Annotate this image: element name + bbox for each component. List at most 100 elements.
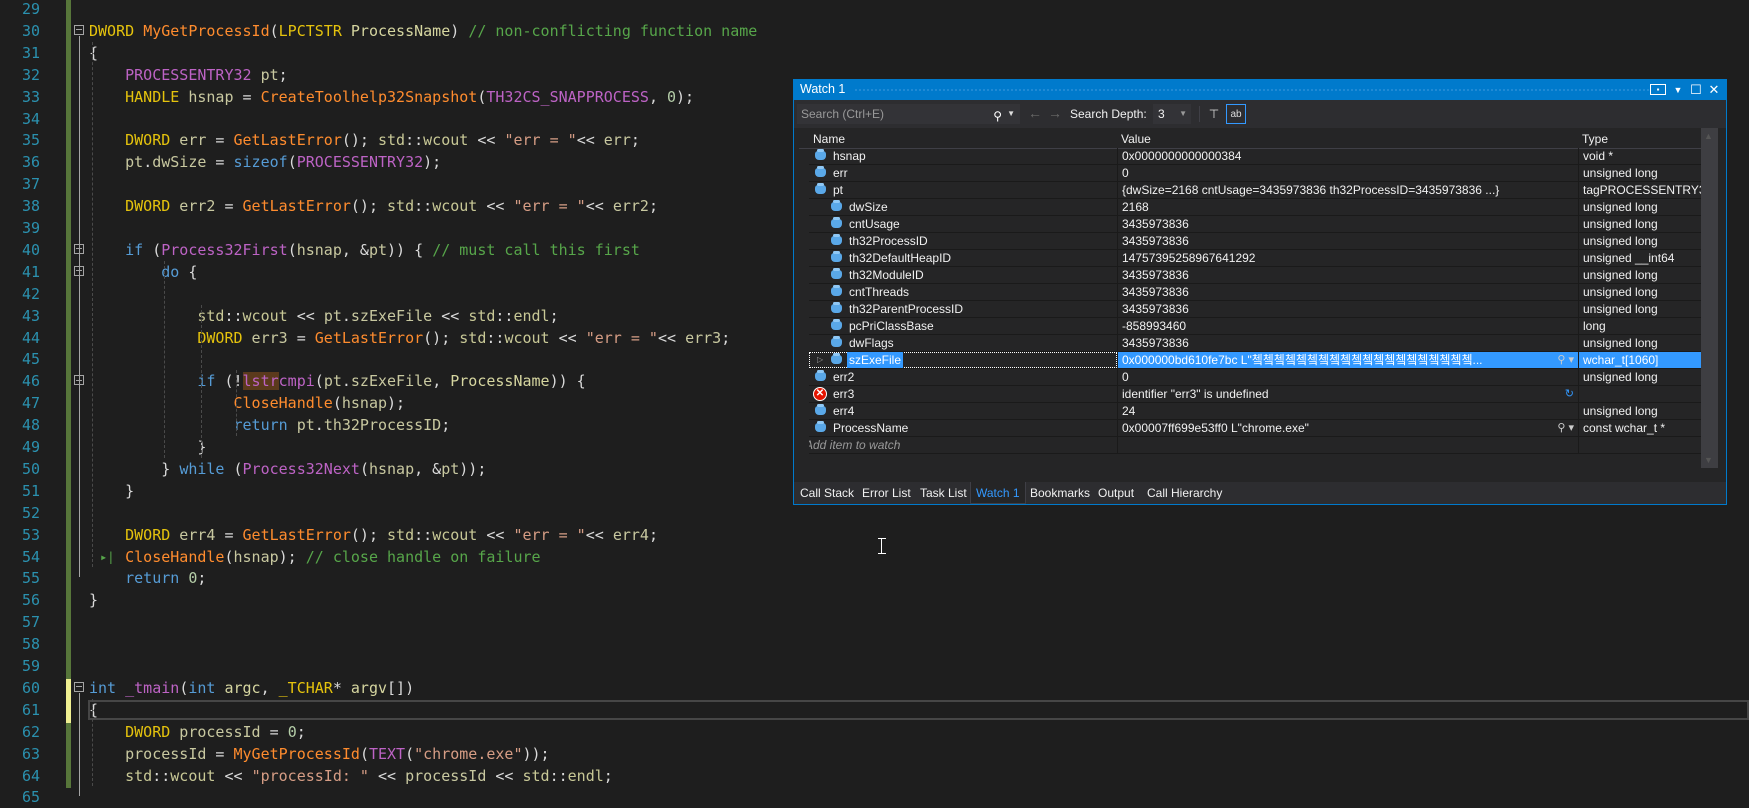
tab-call-hierarchy[interactable]: Call Hierarchy [1147,486,1222,500]
scroll-down-arrow-icon[interactable]: ▼ [1704,455,1713,465]
watch-name-cell[interactable]: ◢pt [809,182,1117,198]
watch-row[interactable]: cntThreads 3435973836 unsigned long [809,284,1701,301]
hex-display-toggle-icon[interactable]: ab [1226,104,1246,124]
code-line[interactable]: 31 { [0,42,1749,64]
watch-name-cell[interactable]: hsnap [809,148,1117,164]
watch-row[interactable]: ▷ProcessName0x00007ff699e53ff0 L"chrome.… [809,420,1701,437]
watch-name-cell[interactable]: th32ModuleID [809,267,1117,283]
watch-value-cell[interactable]: 3435973836 [1117,267,1578,283]
code-line[interactable]: 53 DWORD err4 = GetLastError(); std::wco… [0,524,1749,546]
watch-name-cell[interactable]: th32DefaultHeapID [809,250,1117,266]
watch-value-cell[interactable]: 0 [1117,369,1578,385]
watch-row[interactable]: th32ParentProcessID 3435973836 unsigned lo… [809,301,1701,318]
watch-name-cell[interactable]: err4 [809,403,1117,419]
watch-name-cell[interactable]: th32ProcessID [809,233,1117,249]
search-forward-arrow-icon[interactable]: → [1048,105,1062,121]
magnifier-visualizer-icon[interactable]: ⚲ ▾ [1557,352,1574,368]
add-item-placeholder[interactable]: Add item to watch [809,437,900,453]
watch-value-cell[interactable]: 0x000000bd610fe7bc L"쳌쳌쳌쳌쳌쳌쳌쳌쳌쳌쳌쳌쳌쳌쳌쳌쳌쳌쳌… [1117,352,1578,368]
watch-value-cell[interactable]: 3435973836 [1117,216,1578,232]
watch-row[interactable]: err4 24 unsigned long [809,403,1701,420]
search-input[interactable]: Search (Ctrl+E) ⚲ ▼ [797,104,1020,124]
watch-name-cell[interactable]: cntThreads [809,284,1117,300]
watch-row[interactable]: hsnap 0x0000000000000384 void * [809,148,1701,165]
watch-name-cell[interactable]: err2 [809,369,1117,385]
search-options-dropdown-icon[interactable]: ▼ [1007,104,1015,124]
watch-name-cell[interactable]: ✕ err3 [809,386,1117,402]
vertical-scrollbar[interactable]: ▲ ▼ [1701,128,1718,468]
watch-row[interactable]: dwFlags 3435973836 unsigned long [809,335,1701,352]
expand-arrow-icon[interactable]: ▷ [817,352,823,368]
watch-value-cell[interactable]: 14757395258967641292 [1117,250,1578,266]
watch-value-cell[interactable]: -858993460 [1117,318,1578,334]
watch-row[interactable]: err2 0 unsigned long [809,369,1701,386]
watch-name-cell[interactable]: ▷ szExeFile [809,352,1117,368]
watch-row[interactable]: err 0 unsigned long [809,165,1701,182]
code-line[interactable]: 58 [0,633,1749,655]
watch-value-cell[interactable]: 0x0000000000000384 [1117,148,1578,164]
watch-value-cell[interactable]: 0x00007ff699e53ff0 L"chrome.exe" ⚲ ▾ [1117,420,1578,436]
code-line[interactable]: 54 ▸| CloseHandle(hsnap); // close handle… [0,546,1749,568]
watch-value-cell[interactable]: 3435973836 [1117,233,1578,249]
close-icon[interactable]: ✕ [1706,82,1722,98]
search-icon[interactable]: ⚲ [993,106,1002,126]
tab-task-list[interactable]: Task List [920,486,967,500]
scroll-up-arrow-icon[interactable]: ▲ [1704,131,1713,141]
watch-name-cell[interactable]: dwFlags [809,335,1117,351]
code-line[interactable]: 56} [0,589,1749,611]
code-line[interactable]: 62 DWORD processId = 0; [0,721,1749,743]
column-header-name[interactable]: Name [813,132,845,146]
collapse-outline-icon[interactable] [74,681,84,692]
code-line[interactable]: 55 return 0; [0,567,1749,589]
watch-row[interactable]: th32DefaultHeapID 14757395258967641292 uns… [809,250,1701,267]
watch-value-cell[interactable]: 2168 [1117,199,1578,215]
watch-row[interactable]: ◢pt {dwSize=2168 cntUsage=3435973836 th32… [809,182,1701,199]
tab-bookmarks[interactable]: Bookmarks [1030,486,1090,500]
refresh-icon[interactable]: ↻ [1565,386,1574,402]
code-line[interactable]: 64 std::wcout << "processId: " << proces… [0,765,1749,787]
watch-value-cell[interactable]: {dwSize=2168 cntUsage=3435973836 th32Pro… [1117,182,1578,198]
watch-row[interactable]: dwSize 2168 unsigned long [809,199,1701,216]
code-line[interactable]: 30 DWORD MyGetProcessId(LPCTSTR ProcessNa… [0,20,1749,42]
watch-value-cell[interactable]: 24 [1117,403,1578,419]
tab-error-list[interactable]: Error List [862,486,911,500]
watch-name-cell[interactable]: cntUsage [809,216,1117,232]
column-header-value[interactable]: Value [1121,132,1151,146]
code-line[interactable]: 59 [0,655,1749,677]
watch-value-cell[interactable]: identifier "err3" is undefined ↻ [1117,386,1578,402]
auto-hide-pin-icon[interactable]: ▪ [1650,84,1666,95]
watch-value-cell[interactable]: 3435973836 [1117,335,1578,351]
window-position-dropdown-icon[interactable]: ▼ [1670,82,1686,98]
code-line[interactable]: 61 { [0,699,1749,721]
watch-name-cell[interactable]: pcPriClassBase [809,318,1117,334]
column-header-type[interactable]: Type [1582,132,1608,146]
search-depth-select[interactable]: 3 ▼ [1153,104,1191,124]
watch-row[interactable]: ✕ err3 identifier "err3" is undefined ↻ [809,386,1701,403]
watch-name-cell[interactable]: ▷ProcessName [809,420,1117,436]
tab-output[interactable]: Output [1098,486,1134,500]
add-watch-row[interactable]: Add item to watch [809,437,1701,454]
watch-name-cell[interactable]: th32ParentProcessID [809,301,1117,317]
watch-name-cell[interactable]: Add item to watch [809,437,1117,453]
magnifier-visualizer-icon[interactable]: ⚲ ▾ [1557,420,1574,436]
pin-filter-icon[interactable]: ⊤ [1204,104,1224,124]
watch-row[interactable]: cntUsage 3435973836 unsigned long [809,216,1701,233]
tab-watch-1[interactable]: Watch 1 [970,482,1026,504]
code-line[interactable]: 60 int _tmain(int argc, _TCHAR* argv[]) [0,677,1749,699]
maximize-icon[interactable]: ☐ [1688,82,1704,98]
tab-call-stack[interactable]: Call Stack [800,486,854,500]
code-line[interactable]: 63 processId = MyGetProcessId(TEXT("chro… [0,743,1749,765]
watch-name-cell[interactable]: dwSize [809,199,1117,215]
watch-value-cell[interactable]: 3435973836 [1117,301,1578,317]
watch-row[interactable]: th32ModuleID 3435973836 unsigned long [809,267,1701,284]
search-back-arrow-icon[interactable]: ← [1028,105,1042,121]
watch-row[interactable]: pcPriClassBase -858993460 long [809,318,1701,335]
watch-value-cell[interactable]: 0 [1117,165,1578,181]
code-line[interactable]: 57 [0,611,1749,633]
watch-row[interactable]: th32ProcessID 3435973836 unsigned long [809,233,1701,250]
watch-title-bar[interactable]: Watch 1 ▪ ▼ ☐ ✕ [794,80,1726,100]
collapse-outline-icon[interactable] [74,24,84,35]
code-line[interactable]: 29 [0,0,1749,20]
watch-value-cell[interactable] [1117,437,1578,453]
watch-value-cell[interactable]: 3435973836 [1117,284,1578,300]
